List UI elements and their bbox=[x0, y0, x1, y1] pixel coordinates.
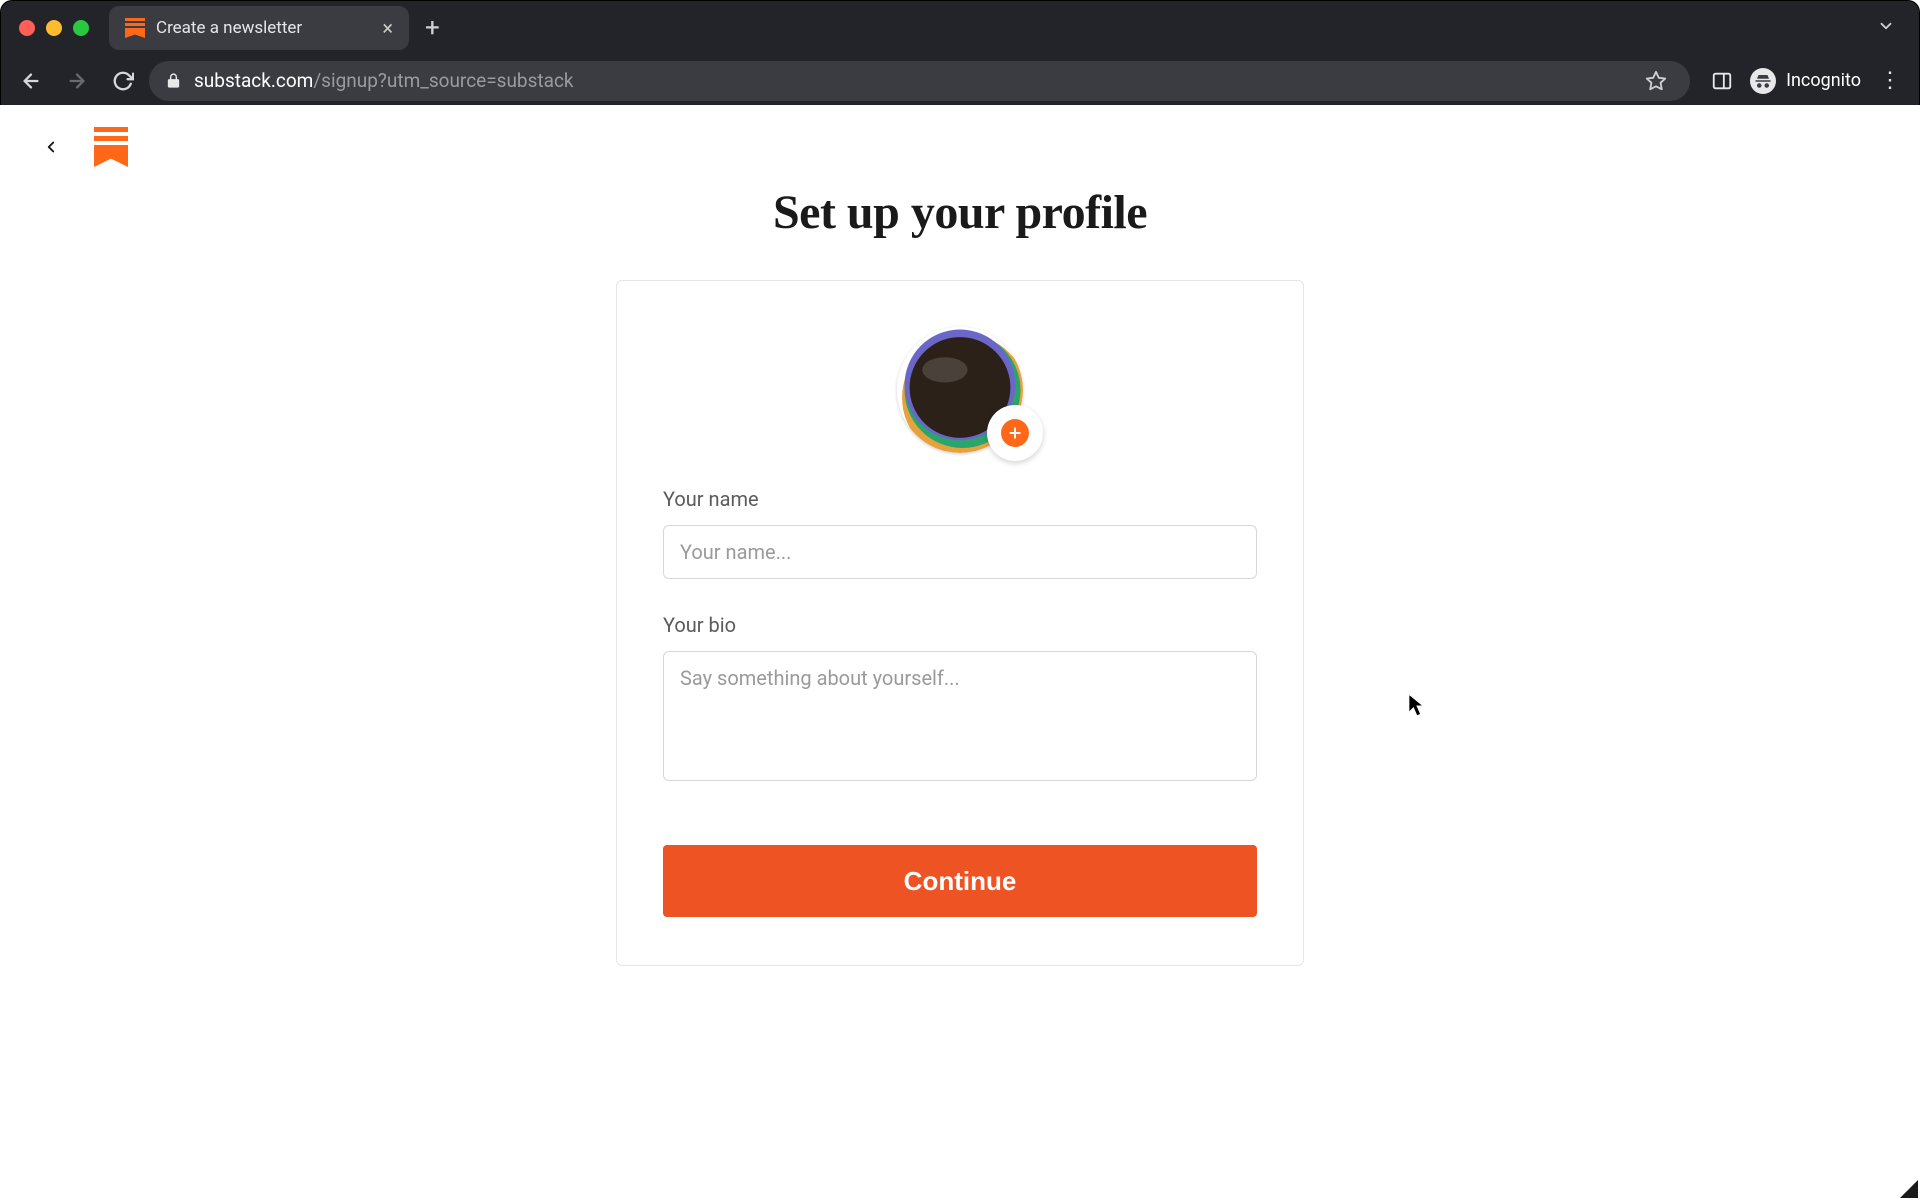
window-zoom-button[interactable] bbox=[73, 20, 89, 36]
tab-title: Create a newsletter bbox=[156, 18, 371, 38]
bio-label: Your bio bbox=[663, 613, 1257, 637]
plus-icon bbox=[1001, 419, 1029, 447]
nav-back-button[interactable] bbox=[11, 61, 51, 101]
page-back-button[interactable] bbox=[34, 130, 68, 164]
name-input[interactable] bbox=[663, 525, 1257, 579]
tab-close-button[interactable]: × bbox=[382, 18, 393, 38]
url-text: substack.com/signup?utm_source=substack bbox=[194, 69, 574, 92]
incognito-icon bbox=[1750, 68, 1776, 94]
avatar-container bbox=[897, 327, 1023, 453]
bookmark-star-button[interactable] bbox=[1638, 63, 1674, 99]
incognito-label: Incognito bbox=[1786, 70, 1861, 91]
name-label: Your name bbox=[663, 487, 1257, 511]
avatar-add-button[interactable] bbox=[987, 405, 1043, 461]
window-controls bbox=[19, 20, 89, 36]
tabs-overflow-button[interactable] bbox=[1867, 11, 1905, 45]
resize-corner-icon bbox=[1900, 1180, 1918, 1198]
toolbar-right: Incognito ⋮ bbox=[1696, 63, 1909, 99]
page-header bbox=[34, 127, 128, 167]
nav-reload-button[interactable] bbox=[103, 61, 143, 101]
lock-icon bbox=[165, 72, 182, 89]
incognito-indicator[interactable]: Incognito bbox=[1744, 68, 1867, 94]
browser-menu-button[interactable]: ⋮ bbox=[1871, 68, 1909, 93]
mouse-cursor-icon bbox=[1408, 693, 1426, 719]
panel-toggle-button[interactable] bbox=[1704, 63, 1740, 99]
name-field-block: Your name bbox=[663, 487, 1257, 579]
browser-chrome: Create a newsletter × + substack.com/sig… bbox=[0, 0, 1920, 105]
tab-strip: Create a newsletter × + bbox=[1, 1, 1919, 55]
continue-button[interactable]: Continue bbox=[663, 845, 1257, 917]
browser-tab[interactable]: Create a newsletter × bbox=[109, 6, 409, 50]
substack-favicon-icon bbox=[125, 18, 145, 38]
window-minimize-button[interactable] bbox=[46, 20, 62, 36]
new-tab-button[interactable]: + bbox=[419, 15, 446, 41]
bio-input[interactable] bbox=[663, 651, 1257, 781]
page-title: Set up your profile bbox=[773, 185, 1147, 240]
address-bar-row: substack.com/signup?utm_source=substack … bbox=[1, 55, 1919, 106]
profile-setup-card: Your name Your bio Continue bbox=[616, 280, 1304, 966]
bio-field-block: Your bio bbox=[663, 613, 1257, 785]
nav-forward-button[interactable] bbox=[57, 61, 97, 101]
url-host: substack.com bbox=[194, 69, 313, 92]
page-content: Set up your profile bbox=[0, 105, 1920, 1200]
substack-logo-icon[interactable] bbox=[94, 127, 128, 167]
url-path: /signup?utm_source=substack bbox=[313, 69, 573, 92]
window-close-button[interactable] bbox=[19, 20, 35, 36]
address-bar[interactable]: substack.com/signup?utm_source=substack bbox=[149, 61, 1690, 101]
